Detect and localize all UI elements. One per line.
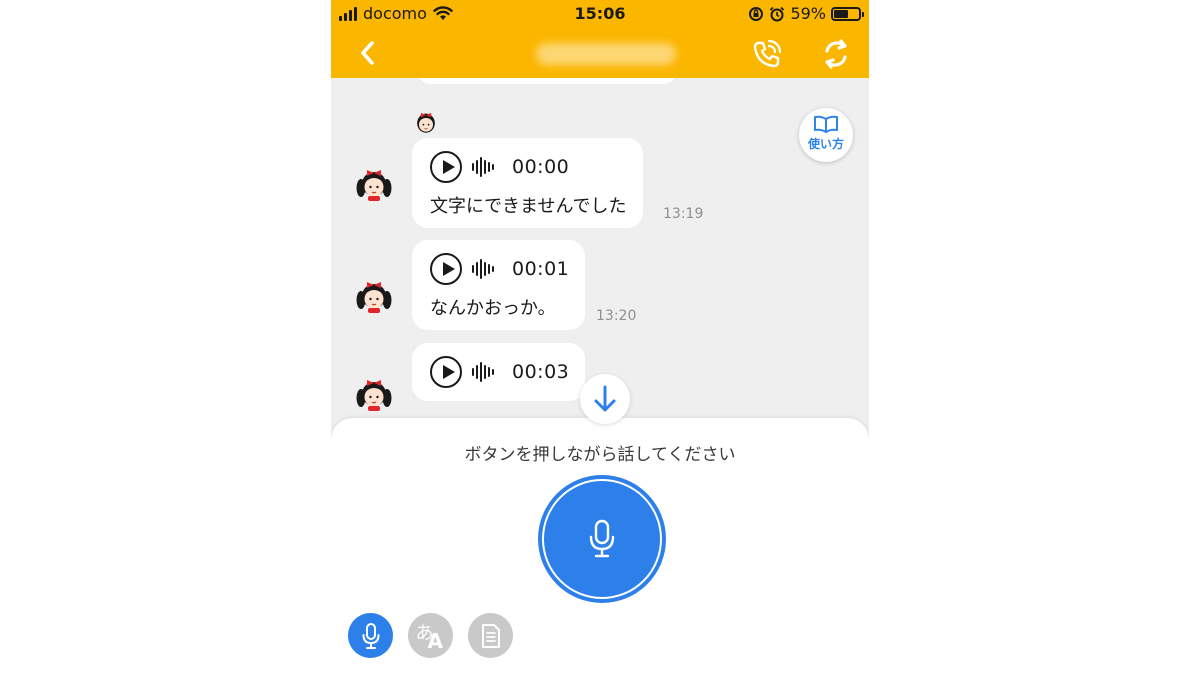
instruction-text: ボタンを押しながら話してください: [464, 445, 736, 465]
header: docomo 15:06 59%: [331, 0, 869, 78]
microphone-icon: [362, 622, 379, 649]
avatar[interactable]: [355, 374, 393, 412]
transcription-text: 文字にできませんでした: [430, 196, 627, 217]
battery-icon: [831, 6, 864, 21]
voice-player: 00:01: [430, 252, 569, 286]
waveform-icon: [472, 362, 494, 382]
document-icon: [481, 623, 500, 648]
book-icon: [814, 115, 838, 133]
voice-duration: 00:00: [512, 156, 570, 178]
voice-message-bubble[interactable]: 00:01 なんかおっか。: [412, 240, 586, 330]
record-button[interactable]: [538, 475, 666, 603]
battery-percent: 59%: [790, 4, 826, 23]
waveform-icon: [472, 157, 494, 177]
chevron-left-icon[interactable]: [353, 38, 383, 68]
nav-bar: [331, 28, 869, 78]
voice-player: 00:03: [430, 355, 569, 389]
arrow-down-icon: [594, 385, 616, 412]
howto-label: 使い方: [807, 137, 844, 151]
record-button-ring: [542, 479, 662, 599]
alarm-icon: [770, 6, 785, 21]
avatar-small: [417, 112, 435, 133]
voice-duration: 00:01: [512, 258, 570, 280]
translate-glyph-b: A: [427, 628, 443, 653]
play-icon[interactable]: [430, 151, 462, 183]
status-right: 59%: [748, 4, 864, 23]
transcription-text: なんかおっか。: [430, 298, 556, 319]
battery-fill: [834, 9, 849, 18]
contact-name-blurred: [536, 43, 676, 65]
avatar[interactable]: [355, 276, 393, 314]
play-icon[interactable]: [430, 253, 462, 285]
scroll-to-bottom-button[interactable]: [580, 374, 630, 424]
voice-duration: 00:03: [512, 361, 570, 383]
phone-screen: docomo 15:06 59% 00:00 文字にできませんでした 13:19…: [331, 0, 869, 675]
howto-button[interactable]: 使い方: [799, 108, 853, 162]
previous-message-bubble: [417, 78, 677, 84]
voice-player: 00:00: [430, 150, 627, 184]
voice-input-panel: ボタンを押しながら話してください あ A: [331, 418, 869, 675]
refresh-icon[interactable]: [819, 37, 853, 71]
phone-call-icon[interactable]: [749, 36, 785, 72]
message-time: 13:20: [596, 308, 637, 324]
text-mode-button[interactable]: [468, 613, 513, 658]
voice-message-bubble[interactable]: 00:00 文字にできませんでした: [412, 138, 643, 228]
avatar[interactable]: [355, 164, 393, 202]
translate-mode-button[interactable]: あ A: [408, 613, 453, 658]
translate-icon: あ A: [416, 621, 446, 653]
waveform-icon: [472, 259, 494, 279]
voice-message-bubble[interactable]: 00:03: [412, 343, 586, 401]
status-bar: docomo 15:06 59%: [331, 0, 869, 28]
play-icon[interactable]: [430, 356, 462, 388]
message-time: 13:19: [663, 206, 704, 222]
rotation-lock-icon: [749, 6, 764, 21]
chat-area[interactable]: 00:00 文字にできませんでした 13:19 00:01 なんかおっか。 13…: [331, 78, 869, 418]
voice-mode-button[interactable]: [348, 613, 393, 658]
